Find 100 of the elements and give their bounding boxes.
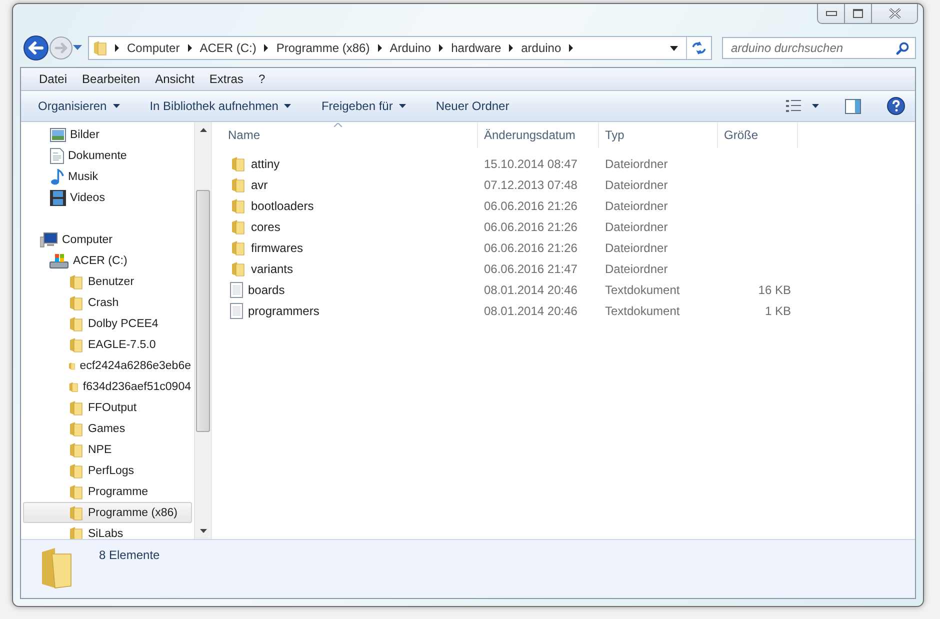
toolbar-button[interactable]: In Bibliothek aufnehmen — [150, 99, 292, 113]
breadcrumb[interactable]: Programme (x86) — [276, 41, 370, 55]
navigation-item[interactable]: Crash — [23, 292, 192, 313]
picture-icon — [50, 128, 66, 142]
refresh-icon — [691, 41, 707, 55]
breadcrumb-arrow-icon[interactable] — [378, 44, 382, 52]
navigation-item[interactable]: Dolby PCEE4 — [23, 313, 192, 334]
caret-icon — [812, 104, 819, 108]
preview-pane-icon[interactable] — [845, 98, 861, 114]
table-cell-text: 06.06.2016 21:26 — [483, 198, 578, 212]
navigation-item[interactable]: f634d236aef51c0904 — [23, 376, 192, 397]
column-header[interactable]: Änderungsdatum — [478, 122, 599, 148]
column-header[interactable]: Größe — [718, 122, 798, 148]
close-icon — [888, 8, 902, 19]
navigation-item[interactable]: Programme — [23, 481, 192, 502]
file-name[interactable]: cores — [212, 218, 478, 234]
file-name[interactable]: bootloaders — [212, 198, 478, 214]
breadcrumb[interactable]: hardware — [451, 41, 502, 55]
navigation-item[interactable]: Dokumente — [23, 145, 192, 166]
folder-icon — [68, 274, 84, 290]
breadcrumb-arrow-icon[interactable] — [439, 44, 444, 52]
file-name[interactable]: boards — [212, 282, 478, 298]
table-cell-text: 15.10.2014 08:47 — [483, 156, 578, 170]
view-options-button[interactable] — [786, 100, 819, 112]
navigation-item[interactable]: ecf2424a6286e3eb6e — [23, 355, 192, 376]
folder-icon — [68, 442, 84, 458]
maximize-button[interactable] — [845, 4, 872, 23]
breadcrumb-arrow-icon[interactable] — [569, 44, 574, 52]
computer-icon — [40, 232, 58, 248]
document-icon — [50, 148, 64, 164]
minimize-button[interactable] — [818, 4, 845, 23]
menu-item[interactable]: Bearbeiten — [82, 72, 140, 86]
folder-icon — [230, 176, 246, 192]
film-strip-icon — [50, 190, 66, 206]
menu-item[interactable]: Ansicht — [155, 72, 194, 86]
search-field[interactable]: arduino durchsuchen — [722, 37, 916, 59]
breadcrumb-arrow-icon[interactable] — [509, 44, 514, 52]
search-icon[interactable] — [896, 42, 909, 55]
navigation-item[interactable]: Games — [23, 418, 192, 439]
column-header[interactable]: Typ — [599, 122, 718, 148]
folder-icon — [93, 40, 107, 56]
scrollbar[interactable] — [194, 122, 211, 539]
table-cell-text: 07.12.2013 07:48 — [483, 178, 578, 192]
navigation-item[interactable]: SiLabs — [23, 523, 192, 539]
table-cell-text: 08.01.2014 20:46 — [483, 282, 578, 296]
folder-icon — [68, 504, 84, 520]
caret-icon — [284, 104, 292, 108]
breadcrumb[interactable]: arduino — [521, 41, 562, 55]
folder-icon — [68, 526, 84, 539]
folder-icon — [68, 420, 84, 436]
menu-item[interactable]: ? — [258, 72, 266, 86]
music-note-icon — [50, 168, 64, 184]
file-name[interactable]: attiny — [212, 156, 478, 172]
column-header[interactable]: Name — [212, 122, 478, 148]
breadcrumb-arrow-icon[interactable] — [188, 44, 192, 52]
address-bar[interactable]: Computer ACER (C:) Programme (x86) Arduino hardware arduino — [88, 36, 712, 60]
back-button[interactable] — [23, 35, 49, 61]
table-cell-text: Textdokument — [604, 282, 681, 296]
folder-icon — [68, 294, 84, 310]
navigation-item[interactable]: Musik — [23, 166, 192, 187]
file-name[interactable]: firmwares — [212, 240, 478, 256]
scroll-down-icon[interactable] — [200, 529, 206, 533]
table-cell-text: 16 KB — [757, 282, 792, 296]
table-cell-text: Dateiordner — [604, 262, 669, 276]
item-count: 8 Elemente — [99, 548, 160, 562]
breadcrumb-arrow-icon[interactable] — [115, 44, 119, 52]
close-button[interactable] — [872, 4, 917, 23]
drive-icon — [49, 252, 69, 268]
help-icon[interactable] — [887, 97, 905, 115]
breadcrumb[interactable]: Arduino — [390, 41, 432, 55]
folder-icon — [230, 240, 246, 256]
navigation-item[interactable]: ACER (C:) — [23, 250, 192, 271]
file-name[interactable]: variants — [212, 260, 478, 276]
scroll-up-icon[interactable] — [200, 128, 206, 132]
file-name[interactable]: programmers — [212, 302, 478, 318]
folder-icon — [230, 260, 246, 276]
navigation-item[interactable]: Bilder — [23, 124, 192, 145]
folder-icon — [230, 156, 246, 172]
recent-pages-caret-icon[interactable] — [73, 45, 82, 51]
breadcrumb-arrow-icon[interactable] — [264, 44, 268, 52]
navigation-item[interactable]: PerfLogs — [23, 460, 192, 481]
folder-icon — [68, 462, 84, 478]
navigation-item[interactable]: NPE — [23, 439, 192, 460]
menu-item[interactable]: Datei — [39, 72, 68, 86]
navigation-item[interactable]: Computer — [23, 229, 192, 250]
table-cell-text: Dateiordner — [604, 156, 669, 170]
table-cell-text: Dateiordner — [604, 198, 669, 212]
breadcrumb[interactable]: Computer — [127, 41, 180, 55]
toolbar-button[interactable]: Freigeben für — [321, 99, 406, 113]
address-dropdown-icon[interactable] — [670, 46, 678, 50]
navigation-item[interactable]: FFOutput — [23, 397, 192, 418]
navigation-item[interactable]: Benutzer — [23, 271, 192, 292]
toolbar-button[interactable]: Neuer Ordner — [436, 99, 510, 113]
toolbar-button[interactable]: Organisieren — [38, 99, 120, 113]
breadcrumb[interactable]: ACER (C:) — [200, 41, 256, 55]
file-name[interactable]: avr — [212, 176, 478, 192]
navigation-item[interactable]: Videos — [23, 187, 192, 208]
menu-item[interactable]: Extras — [209, 72, 244, 86]
navigation-item[interactable]: EAGLE-7.5.0 — [23, 334, 192, 355]
navigation-item[interactable]: Programme (x86) — [23, 502, 192, 523]
